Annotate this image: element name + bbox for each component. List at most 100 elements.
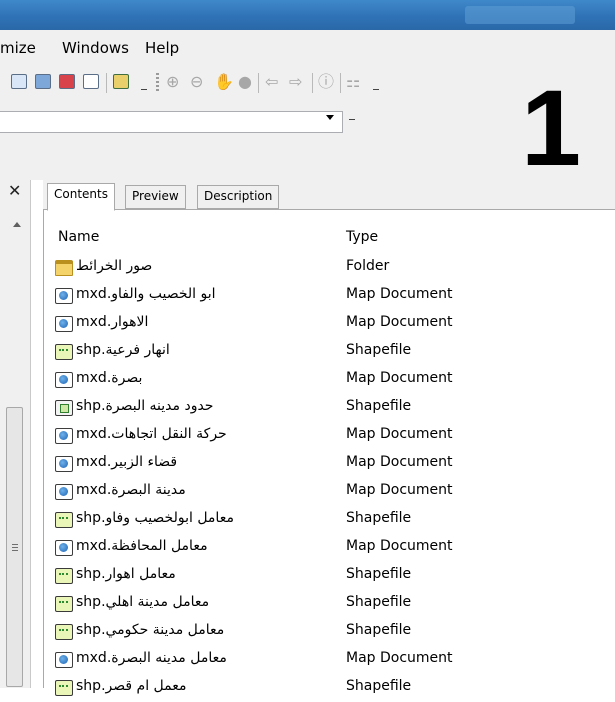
item-type: Map Document [346, 370, 453, 386]
window-title-bar [0, 0, 615, 30]
polygon-shapefile-icon [55, 400, 73, 416]
item-type: Shapefile [346, 342, 412, 358]
item-name: قضاء الزبير.mxd [76, 454, 178, 470]
item-type: Shapefile [346, 622, 412, 638]
menu-customize[interactable]: mize [0, 39, 36, 57]
tab-description[interactable]: Description [197, 185, 280, 209]
list-item[interactable]: الاهوار.mxd Map Document [55, 310, 615, 338]
list-item[interactable]: معامل مدينة حكومي.shp Shapefile [55, 618, 615, 646]
item-type: Map Document [346, 314, 453, 330]
line-shapefile-icon [55, 344, 73, 360]
chevron-down-icon[interactable] [326, 115, 334, 120]
folder-icon [55, 260, 73, 276]
item-name: معامل مدينة اهلي.shp [76, 594, 210, 610]
list-item[interactable]: معامل ابولخصيب وفاو.shp Shapefile [55, 506, 615, 534]
list-item[interactable]: بصرة.mxd Map Document [55, 366, 615, 394]
item-type: Shapefile [346, 398, 412, 414]
list-item[interactable]: معامل مدينة اهلي.shp Shapefile [55, 590, 615, 618]
map-document-icon [55, 316, 73, 332]
list-item[interactable]: صور الخرائط Folder [55, 254, 615, 282]
column-header-name[interactable]: Name [58, 229, 99, 245]
list-item[interactable]: حركة النقل اتجاهات.mxd Map Document [55, 422, 615, 450]
item-name: معامل ابولخصيب وفاو.shp [76, 510, 234, 526]
map-document-icon [55, 372, 73, 388]
item-type: Map Document [346, 454, 453, 470]
zoom-out-icon[interactable]: ⊖ [190, 73, 203, 91]
python-window-icon[interactable] [83, 74, 99, 89]
toolbox-icon[interactable] [59, 74, 75, 89]
toolbar-separator [258, 73, 259, 93]
item-name: معمل ام قصر.shp [76, 678, 187, 694]
point-shapefile-icon [55, 512, 73, 528]
scrollbar-thumb[interactable] [6, 407, 23, 687]
item-name: انهار فرعية.shp [76, 342, 170, 358]
list-item[interactable]: معمل ام قصر.shp Shapefile [55, 674, 615, 702]
catalog-icon[interactable] [35, 74, 51, 89]
item-type: Map Document [346, 426, 453, 442]
list-item[interactable]: معامل المحافظة.mxd Map Document [55, 534, 615, 562]
close-icon[interactable]: ✕ [8, 181, 21, 200]
item-name: ابو الخصيب والفاو.mxd [76, 286, 216, 302]
list-item[interactable]: معامل اهوار.shp Shapefile [55, 562, 615, 590]
item-name: معامل مدينه البصرة.mxd [76, 650, 227, 666]
item-name: حدود مدينه البصرة.shp [76, 398, 214, 414]
item-name: حركة النقل اتجاهات.mxd [76, 426, 227, 442]
location-combobox[interactable] [0, 111, 343, 133]
menu-help[interactable]: Help [145, 39, 179, 57]
item-name: بصرة.mxd [76, 370, 143, 386]
item-type: Map Document [346, 650, 453, 666]
forward-arrow-icon[interactable]: ⇨ [289, 73, 302, 91]
full-extent-icon[interactable]: ● [238, 73, 252, 91]
grip-line [12, 544, 18, 545]
item-type: Map Document [346, 286, 453, 302]
list-item[interactable]: انهار فرعية.shp Shapefile [55, 338, 615, 366]
toolbar-overflow-icon[interactable] [138, 85, 150, 101]
list-item[interactable]: ابو الخصيب والفاو.mxd Map Document [55, 282, 615, 310]
point-shapefile-icon [55, 680, 73, 696]
item-type: Map Document [346, 538, 453, 554]
location-overflow-icon[interactable] [346, 115, 358, 131]
item-type: Shapefile [346, 566, 412, 582]
item-type: Shapefile [346, 510, 412, 526]
map-document-icon [55, 652, 73, 668]
toolbar-separator [312, 73, 313, 93]
item-name: الاهوار.mxd [76, 314, 149, 330]
title-bar-blurred-area [465, 6, 575, 24]
grip-line [12, 550, 18, 551]
toolbar-separator [340, 73, 341, 93]
identify-icon[interactable]: ⓘ [318, 73, 334, 91]
point-shapefile-icon [55, 624, 73, 640]
item-name: مدينة البصرة.mxd [76, 482, 186, 498]
item-type: Shapefile [346, 678, 412, 694]
list-item[interactable]: حدود مدينه البصرة.shp Shapefile [55, 394, 615, 422]
back-arrow-icon[interactable]: ⇦ [265, 73, 278, 91]
list-item[interactable]: مدينة البصرة.mxd Map Document [55, 478, 615, 506]
pan-hand-icon[interactable]: ✋ [214, 73, 234, 91]
map-document-icon [55, 484, 73, 500]
map-document-icon [55, 456, 73, 472]
point-shapefile-icon [55, 596, 73, 612]
scroll-up-arrow-icon[interactable] [13, 222, 21, 227]
toolbar-overflow-icon[interactable] [370, 85, 382, 101]
layer-icon[interactable] [11, 74, 27, 89]
list-item[interactable]: معامل مدينه البصرة.mxd Map Document [55, 646, 615, 674]
item-type: Map Document [346, 482, 453, 498]
annotation-number: 1 [521, 67, 582, 188]
item-name: صور الخرائط [76, 258, 153, 274]
overview-icon[interactable]: ⚏ [346, 73, 360, 91]
item-type: Folder [346, 258, 390, 274]
zoom-in-icon[interactable]: ⊕ [166, 73, 179, 91]
menu-windows[interactable]: Windows [62, 39, 129, 57]
item-type: Shapefile [346, 594, 412, 610]
tab-preview[interactable]: Preview [125, 185, 186, 209]
model-builder-icon[interactable] [113, 74, 129, 89]
map-document-icon [55, 288, 73, 304]
item-name: معامل المحافظة.mxd [76, 538, 208, 554]
column-header-type[interactable]: Type [346, 229, 378, 245]
map-document-icon [55, 540, 73, 556]
list-item[interactable]: قضاء الزبير.mxd Map Document [55, 450, 615, 478]
tab-contents[interactable]: Contents [47, 183, 115, 211]
point-shapefile-icon [55, 568, 73, 584]
toolbar-separator [106, 73, 107, 93]
item-name: معامل اهوار.shp [76, 566, 176, 582]
